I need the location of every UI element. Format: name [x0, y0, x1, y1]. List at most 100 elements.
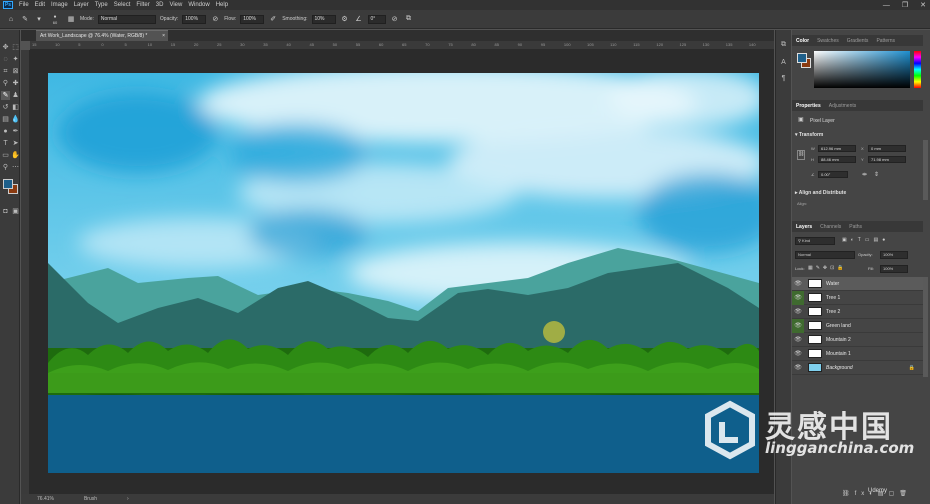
visibility-eye-icon[interactable]: 👁: [792, 277, 804, 291]
layers-scrollbar[interactable]: [923, 277, 928, 377]
blend-mode-select[interactable]: Normal: [795, 251, 855, 259]
symmetry-icon[interactable]: ⧉: [404, 14, 414, 24]
menu-view[interactable]: View: [166, 0, 185, 10]
tab-swatches[interactable]: Swatches: [817, 38, 839, 44]
visibility-eye-icon[interactable]: 👁: [792, 318, 804, 333]
type-tool-icon[interactable]: T: [1, 139, 10, 148]
brush-settings-icon[interactable]: ▦: [66, 14, 76, 24]
status-arrow-icon[interactable]: ›: [127, 496, 129, 502]
transform-heading[interactable]: ▾ Transform: [795, 132, 823, 138]
close-icon[interactable]: ✕: [920, 1, 926, 9]
close-tab-icon[interactable]: ×: [162, 31, 165, 41]
pen-tool-icon[interactable]: ✒: [11, 127, 20, 136]
hue-slider[interactable]: [914, 51, 921, 88]
chevron-down-icon[interactable]: ▾: [34, 14, 44, 24]
eyedropper-icon[interactable]: ⚲: [1, 79, 10, 88]
tab-color[interactable]: Color: [796, 38, 809, 44]
hand-tool-icon[interactable]: ✋: [11, 151, 20, 160]
shape-tool-icon[interactable]: ▭: [1, 151, 10, 160]
layer-opacity-field[interactable]: 100%: [880, 251, 908, 259]
color-fg-swatch[interactable]: [797, 53, 807, 63]
opacity-field[interactable]: 100%: [182, 14, 207, 24]
eraser-icon[interactable]: ◧: [11, 103, 20, 112]
y-field[interactable]: 71.98 mm: [868, 156, 906, 163]
angle-field[interactable]: 0°: [367, 14, 386, 24]
link-icon[interactable]: ⛓: [797, 150, 805, 160]
flip-horizontal-icon[interactable]: ⇹: [862, 171, 867, 178]
airbrush-icon[interactable]: ✐: [268, 14, 278, 24]
paragraph-icon[interactable]: ¶: [779, 74, 788, 83]
brush-preset-picker[interactable]: ● 60: [48, 14, 62, 25]
flip-vertical-icon[interactable]: ⇕: [874, 171, 879, 178]
visibility-eye-icon[interactable]: 👁: [792, 290, 804, 305]
healing-brush-icon[interactable]: ✚: [11, 79, 20, 88]
fill-field[interactable]: 100%: [880, 265, 908, 273]
stamp-tool-icon[interactable]: ♟: [11, 91, 20, 100]
document-tab[interactable]: Art Work_Landscape @ 76.4% (Water, RGB/8…: [36, 30, 168, 41]
minimize-icon[interactable]: —: [883, 2, 890, 9]
tab-properties[interactable]: Properties: [796, 103, 821, 109]
menu-edit[interactable]: Edit: [32, 0, 48, 10]
pressure-opacity-icon[interactable]: ⊘: [210, 14, 220, 24]
color-picker-field[interactable]: [814, 51, 910, 88]
foreground-color-swatch[interactable]: [3, 179, 13, 189]
menu-file[interactable]: File: [16, 0, 32, 10]
menu-select[interactable]: Select: [111, 0, 134, 10]
layer-filter-icons[interactable]: ▣◐T▭▤●: [842, 237, 889, 243]
menu-type[interactable]: Type: [92, 0, 111, 10]
maximize-icon[interactable]: ❐: [902, 1, 908, 9]
quick-mask-icon[interactable]: ◘: [1, 207, 10, 216]
menu-help[interactable]: Help: [213, 0, 231, 10]
flow-field[interactable]: 100%: [240, 14, 265, 24]
kind-filter[interactable]: ⚲ Kind: [795, 237, 835, 245]
tab-gradients[interactable]: Gradients: [847, 38, 869, 44]
path-select-icon[interactable]: ➤: [11, 139, 20, 148]
ruler-left[interactable]: [21, 50, 30, 494]
layer-row-tree-1[interactable]: 👁 Tree 1: [792, 290, 923, 305]
menu-layer[interactable]: Layer: [71, 0, 92, 10]
ruler-top[interactable]: 15 10 5 0 5 10 15 20 25 30 35 40 45 50 55 60 65 70 75 80 85 9…: [30, 41, 774, 50]
more-tools-icon[interactable]: ⋯: [11, 163, 20, 172]
pressure-size-icon[interactable]: ⊘: [390, 14, 400, 24]
tab-channels[interactable]: Channels: [820, 224, 841, 230]
zoom-tool-icon[interactable]: ⚲: [1, 163, 10, 172]
h-field[interactable]: 88.46 mm: [818, 156, 856, 163]
move-tool-icon[interactable]: ✥: [1, 43, 10, 52]
layer-row-green-land[interactable]: 👁 Green land: [792, 318, 923, 333]
visibility-eye-icon[interactable]: 👁: [792, 333, 804, 347]
menu-window[interactable]: Window: [185, 0, 212, 10]
layer-row-background[interactable]: 👁 Background 🔒: [792, 361, 923, 375]
frame-tool-icon[interactable]: ⊠: [11, 67, 20, 76]
menu-filter[interactable]: Filter: [133, 0, 152, 10]
tab-patterns[interactable]: Patterns: [876, 38, 895, 44]
home-icon[interactable]: ⌂: [6, 14, 16, 24]
angle-field-props[interactable]: 0.00°: [818, 171, 848, 178]
properties-scrollbar[interactable]: [923, 140, 928, 200]
brush-tool-selected-icon[interactable]: ✎: [1, 91, 10, 100]
layer-row-tree-2[interactable]: 👁 Tree 2: [792, 305, 923, 319]
photoshop-logo[interactable]: Ps: [3, 1, 13, 9]
history-brush-icon[interactable]: ↺: [1, 103, 10, 112]
w-field[interactable]: 612.96 mm: [818, 145, 856, 152]
tab-adjustments[interactable]: Adjustments: [829, 103, 857, 109]
tab-layers[interactable]: Layers: [796, 224, 812, 230]
blur-tool-icon[interactable]: 💧: [11, 115, 20, 124]
visibility-eye-icon[interactable]: 👁: [792, 305, 804, 319]
screen-mode-icon[interactable]: ▣: [11, 207, 20, 216]
character-icon[interactable]: A: [779, 58, 788, 67]
gear-icon[interactable]: ⚙: [340, 14, 350, 24]
menu-image[interactable]: Image: [48, 0, 71, 10]
align-heading[interactable]: ▸ Align and Distribute: [795, 190, 846, 196]
history-icon[interactable]: ⧉: [779, 40, 788, 49]
menu-3d[interactable]: 3D: [153, 0, 167, 10]
smoothing-field[interactable]: 10%: [311, 14, 336, 24]
lasso-tool-icon[interactable]: ◌: [1, 55, 10, 64]
visibility-eye-icon[interactable]: 👁: [792, 347, 804, 361]
gradient-tool-icon[interactable]: ▤: [1, 115, 10, 124]
lock-icons[interactable]: ▦✎✥⊡🔒: [808, 265, 847, 271]
crop-tool-icon[interactable]: ⌗: [1, 67, 10, 76]
layer-row-mountain-1[interactable]: 👁 Mountain 1: [792, 347, 923, 361]
marquee-tool-icon[interactable]: ⬚: [11, 43, 20, 52]
x-field[interactable]: 0 mm: [868, 145, 906, 152]
layer-row-mountain-2[interactable]: 👁 Mountain 2: [792, 333, 923, 347]
